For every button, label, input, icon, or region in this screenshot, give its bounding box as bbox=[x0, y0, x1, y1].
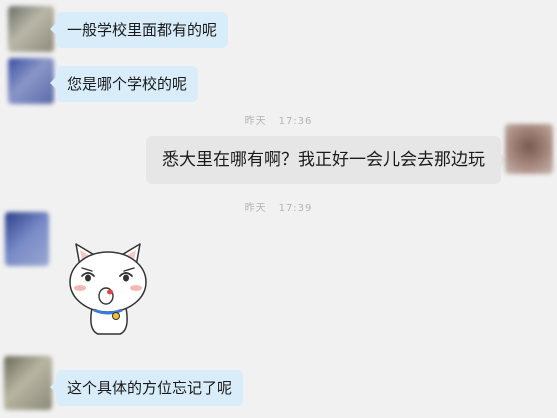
message-bubble-outgoing[interactable]: 悉大里在哪有啊？我正好一会儿会去那边玩 bbox=[146, 136, 507, 184]
timestamp-day: 昨天 bbox=[244, 116, 267, 127]
chat-window: 一般学校里面都有的呢 您是哪个学校的呢 昨天 17:36 悉大里在哪有啊？我正好一… bbox=[0, 0, 557, 418]
timestamp-divider: 昨天 17:39 bbox=[0, 199, 557, 214]
message-text: 这个具体的方位忘记了呢 bbox=[67, 379, 233, 397]
timestamp-divider: 昨天 17:36 bbox=[0, 112, 557, 127]
timestamp-time: 17:36 bbox=[278, 116, 313, 127]
message-text: 一般学校里面都有的呢 bbox=[67, 21, 218, 39]
message-bubble-incoming[interactable]: 您是哪个学校的呢 bbox=[49, 66, 199, 102]
message-bubble-incoming[interactable]: 一般学校里面都有的呢 bbox=[49, 12, 229, 48]
message-text: 您是哪个学校的呢 bbox=[67, 75, 188, 93]
timestamp-time: 17:39 bbox=[278, 203, 313, 214]
message-bubble-incoming[interactable]: 这个具体的方位忘记了呢 bbox=[49, 370, 244, 406]
my-avatar[interactable] bbox=[505, 124, 553, 174]
contact-avatar[interactable] bbox=[8, 6, 54, 52]
contact-avatar[interactable] bbox=[4, 356, 52, 410]
cartoon-cat-sticker[interactable] bbox=[58, 238, 158, 338]
contact-avatar[interactable] bbox=[5, 212, 49, 266]
timestamp-day: 昨天 bbox=[244, 203, 267, 214]
contact-avatar[interactable] bbox=[8, 58, 54, 104]
message-text: 悉大里在哪有啊？我正好一会儿会去那边玩 bbox=[162, 150, 485, 170]
